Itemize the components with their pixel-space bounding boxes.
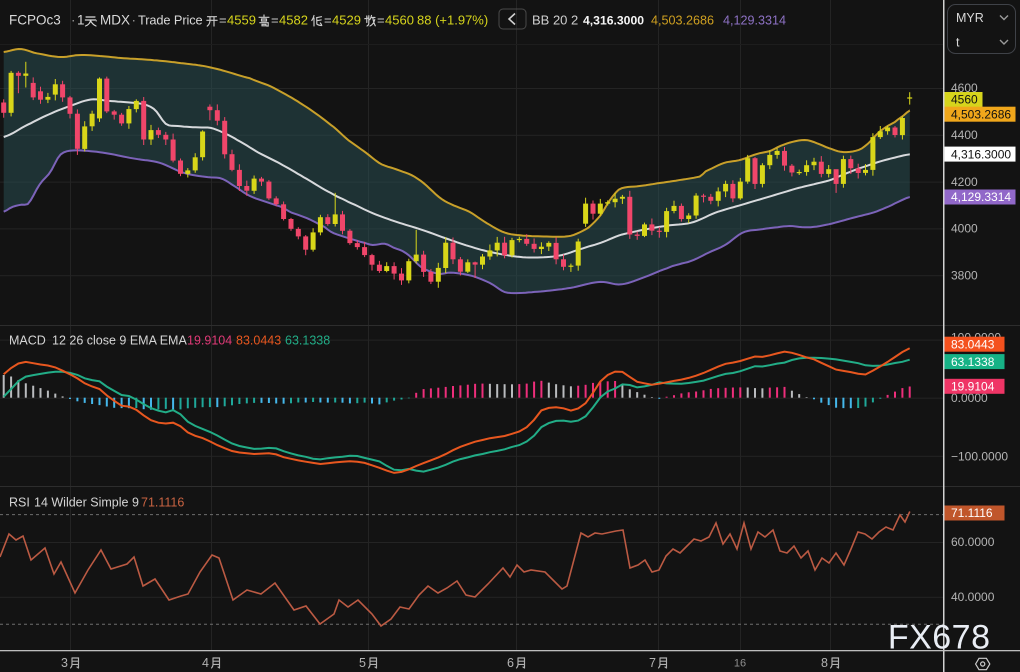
svg-text:14 Wilder Simple 9: 14 Wilder Simple 9 [34, 496, 139, 510]
svg-text:4,503.2686: 4,503.2686 [651, 14, 714, 28]
svg-text:60.0000: 60.0000 [951, 535, 995, 549]
svg-text:MACD: MACD [9, 334, 46, 348]
svg-text:·: · [94, 13, 99, 28]
svg-text:MYR: MYR [956, 11, 984, 25]
svg-text:BB 20 2: BB 20 2 [532, 13, 578, 28]
svg-text:4,129.3314: 4,129.3314 [951, 190, 1011, 204]
svg-text:FX678: FX678 [888, 619, 991, 657]
svg-text:6: 6 [507, 656, 514, 670]
svg-text:5: 5 [359, 656, 366, 670]
svg-text:t: t [956, 36, 960, 50]
svg-text:FCPOc3: FCPOc3 [9, 13, 61, 28]
svg-text:12 26 close 9 EMA EMA: 12 26 close 9 EMA EMA [52, 334, 187, 348]
svg-text:4529: 4529 [332, 13, 361, 28]
svg-text:4559: 4559 [227, 13, 256, 28]
svg-text:4400: 4400 [951, 128, 978, 142]
svg-text:=: = [324, 13, 332, 28]
svg-text:RSI: RSI [9, 496, 30, 510]
svg-text:4560: 4560 [385, 13, 414, 28]
svg-text:4000: 4000 [951, 222, 978, 236]
svg-text:·: · [132, 13, 137, 28]
svg-text:Trade Price: Trade Price [138, 13, 203, 28]
svg-text:MDX: MDX [100, 13, 130, 28]
svg-text:40.0000: 40.0000 [951, 590, 995, 604]
svg-text:4200: 4200 [951, 175, 978, 189]
svg-text:83.0443: 83.0443 [236, 334, 281, 348]
svg-text:=: = [271, 13, 279, 28]
svg-text:=: = [377, 13, 385, 28]
svg-text:=: = [219, 13, 227, 28]
svg-text:4,316.3000: 4,316.3000 [951, 147, 1011, 161]
svg-text:63.1338: 63.1338 [285, 334, 330, 348]
svg-text:3800: 3800 [951, 268, 978, 282]
svg-text:−100.0000: −100.0000 [951, 449, 1008, 463]
svg-text:71.1116: 71.1116 [951, 506, 993, 520]
svg-text:3: 3 [61, 656, 68, 670]
svg-text:4,316.3000: 4,316.3000 [583, 14, 644, 28]
svg-text:8: 8 [821, 656, 828, 670]
svg-text:19.9104: 19.9104 [187, 334, 232, 348]
svg-text:16: 16 [734, 658, 746, 670]
svg-text:·: · [71, 13, 76, 28]
svg-text:4560: 4560 [951, 93, 978, 107]
svg-text:4,503.2686: 4,503.2686 [951, 107, 1011, 121]
svg-text:19.9104: 19.9104 [951, 380, 995, 394]
svg-text:4582: 4582 [279, 13, 308, 28]
svg-text:4,129.3314: 4,129.3314 [723, 14, 786, 28]
svg-text:71.1116: 71.1116 [141, 496, 184, 510]
svg-text:63.1338: 63.1338 [951, 355, 995, 369]
svg-text:88 (+1.97%): 88 (+1.97%) [417, 13, 488, 28]
svg-text:4: 4 [202, 656, 209, 670]
svg-text:1: 1 [77, 13, 85, 28]
svg-text:7: 7 [649, 656, 656, 670]
svg-text:83.0443: 83.0443 [951, 337, 995, 351]
